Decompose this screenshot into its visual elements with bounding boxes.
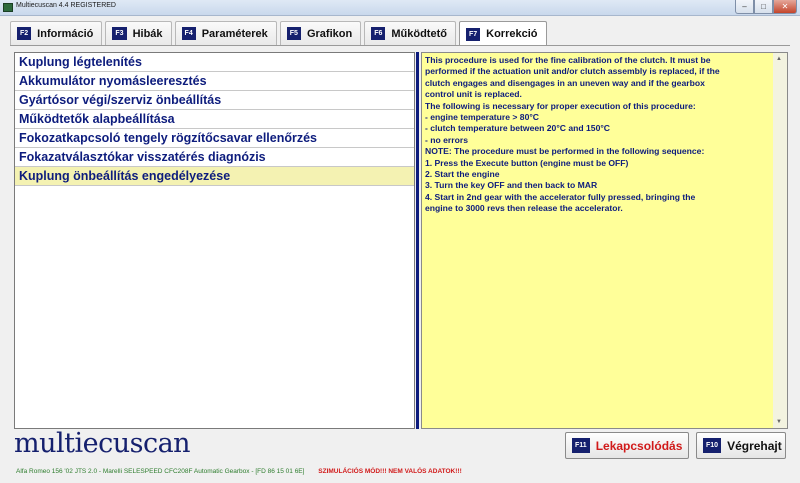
tab-label: Grafikon (306, 27, 353, 40)
status-bar: Alfa Romeo 156 '02 JTS 2.0 - Marelli SEL… (16, 468, 462, 475)
fkey-badge: F6 (371, 27, 386, 40)
description-line: NOTE: The procedure must be performed in… (425, 146, 705, 157)
description-line: - no errors (425, 134, 468, 145)
description-scrollbar[interactable]: ▲ ▼ (773, 53, 787, 428)
procedure-item[interactable]: Fokozatkapcsoló tengely rögzítőcsavar el… (15, 129, 414, 148)
f11-key-badge: F11 (572, 438, 590, 453)
description-line: - clutch temperature between 20°C and 15… (425, 123, 611, 134)
tab-label: Korrekció (486, 28, 538, 40)
execute-button[interactable]: F10 Végrehajt (696, 432, 786, 459)
fkey-badge: F2 (17, 27, 32, 40)
fkey-badge: F4 (181, 27, 196, 40)
simulation-warning: SZIMULÁCIÓS MÓD!!! NEM VALÓS ADATOK!!! (318, 468, 462, 475)
scroll-up-icon[interactable]: ▲ (776, 56, 782, 62)
procedure-item[interactable]: Akkumulátor nyomásleeresztés (15, 72, 414, 91)
description-line: clutch engages and disengages in an unev… (425, 77, 705, 88)
window-title: Multiecuscan 4.4 REGISTERED (16, 2, 116, 9)
description-line: This procedure is used for the fine cali… (425, 55, 711, 65)
fkey-badge: F5 (286, 27, 301, 40)
tab-divider (10, 45, 790, 46)
procedure-item[interactable]: Fokazatválasztókar visszatérés diagnózis (15, 148, 414, 167)
tab-f2[interactable]: F2 Információ (10, 21, 103, 45)
description-line: control unit is replaced. (425, 89, 522, 100)
description-line: 3. Turn the key OFF and then back to MAR (425, 180, 598, 191)
fkey-badge: F3 (112, 27, 127, 40)
tab-f5[interactable]: F5 Grafikon (279, 21, 362, 45)
tab-label: Paraméterek (201, 27, 268, 40)
tab-f3[interactable]: F3 Hibák (105, 21, 172, 45)
title-bar: Multiecuscan 4.4 REGISTERED – □ ✕ (0, 0, 800, 16)
procedure-item[interactable]: Kuplung önbeállítás engedélyezése (15, 167, 414, 186)
description-line: performed if the actuation unit and/or c… (425, 66, 720, 77)
description-line: 1. Press the Execute button (engine must… (425, 157, 629, 168)
tab-label: Információ (37, 27, 94, 40)
procedure-list: Kuplung légtelenítés Akkumulátor nyomásle… (14, 52, 415, 429)
tab-bar: F2 Információ F3 Hibák F4 Paraméterek F5 Grafik… (10, 21, 550, 46)
description-line: 4. Start in 2nd gear with the accelerato… (425, 191, 696, 202)
maximize-button[interactable]: □ (754, 0, 773, 14)
f10-key-badge: F10 (703, 438, 722, 453)
app-icon (3, 3, 13, 12)
fkey-badge: F7 (465, 27, 481, 41)
scroll-down-icon[interactable]: ▼ (776, 419, 782, 425)
minimize-button[interactable]: – (735, 0, 754, 14)
tab-f6[interactable]: F6 Működtető (364, 21, 456, 45)
disconnect-label: Lekapcsolódás (595, 438, 683, 453)
panel-splitter[interactable] (416, 52, 419, 429)
multiecuscan-logo: multiecuscan (14, 428, 191, 459)
description-line: engine to 3000 revs then release the acc… (425, 203, 623, 214)
tab-f4[interactable]: F4 Paraméterek (174, 21, 277, 45)
disconnect-button[interactable]: F11 Lekapcsolódás (565, 432, 689, 459)
description-line: - engine temperature > 80°C (425, 112, 539, 123)
execute-label: Végrehajt (727, 438, 782, 453)
procedure-description: This procedure is used for the fine cali… (425, 55, 770, 215)
description-line: 2. Start the engine (425, 169, 500, 180)
procedure-item[interactable]: Működtetők alapbeállítása (15, 110, 414, 129)
tab-f7[interactable]: F7 Korrekció (458, 21, 547, 46)
procedure-item[interactable]: Kuplung légtelenítés (15, 53, 414, 72)
tab-label: Működtető (391, 27, 447, 40)
description-line: The following is necessary for proper ex… (425, 100, 696, 111)
vehicle-info: Alfa Romeo 156 '02 JTS 2.0 - Marelli SEL… (16, 468, 305, 475)
close-button[interactable]: ✕ (773, 0, 797, 14)
tab-label: Hibák (132, 27, 163, 40)
procedure-item[interactable]: Gyártósor végi/szerviz önbeállítás (15, 91, 414, 110)
description-panel: This procedure is used for the fine cali… (421, 52, 788, 429)
